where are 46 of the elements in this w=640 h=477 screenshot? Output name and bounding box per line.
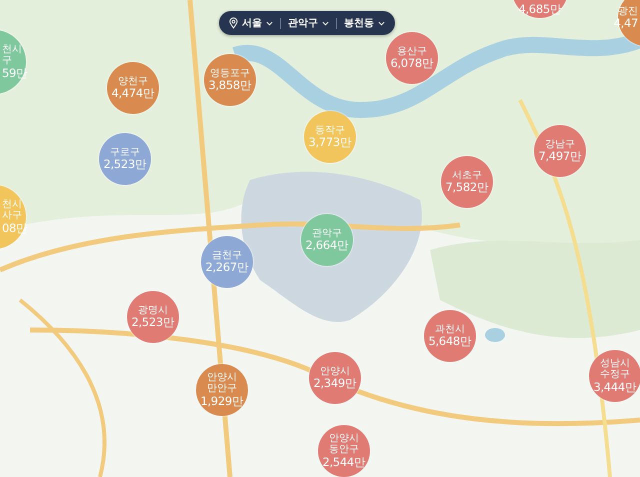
average-price: 1,929만 [200, 394, 244, 408]
average-price: 6,078만 [390, 57, 434, 70]
area-name: 안양시 [320, 366, 350, 378]
area-name: 서초구 [452, 170, 482, 182]
area-name: 양천구 [118, 76, 148, 88]
average-price: 2,664만 [305, 239, 349, 252]
area-name: 관악구 [312, 228, 342, 240]
chevron-down-icon [322, 20, 329, 26]
average-price: 4,685만 [518, 2, 562, 16]
area-name: 광명시 [138, 304, 168, 316]
average-price: 7,497만 [538, 150, 582, 164]
location-dropdown[interactable]: 서울 [229, 16, 273, 30]
average-price: 3,858만 [208, 79, 252, 92]
area-name: 성남시 [600, 358, 630, 370]
chevron-down-icon [266, 20, 273, 26]
area-name: 천시 [2, 198, 22, 210]
area-name: 안양시 [329, 432, 359, 444]
average-price: 2,523만 [131, 316, 175, 330]
area-name: 동안구 [329, 444, 359, 456]
average-price: 2,267만 [205, 261, 249, 274]
area-name: 사구 [2, 210, 22, 222]
area-name: 영등포구 [210, 68, 250, 80]
area-name: 구 [2, 55, 12, 67]
area-name: 금천구 [212, 250, 242, 262]
area-name: 강남구 [545, 138, 575, 150]
average-price: 2,544만 [322, 456, 366, 470]
area-name: 과천시 [435, 324, 465, 336]
area-name: 광진 [618, 6, 638, 18]
area-name: 천시 [2, 44, 22, 56]
average-price: 5,648만 [428, 335, 472, 348]
location-dropdown[interactable]: 관악구 [288, 16, 329, 30]
area-name: 동작구 [315, 124, 345, 136]
chevron-down-icon [378, 20, 385, 26]
average-price: 2,349만 [313, 377, 357, 390]
average-price: 3,444만 [593, 380, 637, 394]
location-dropdown[interactable]: 봉천동 [344, 16, 385, 30]
location-pin-icon [229, 17, 238, 29]
area-name: 안양시 [207, 372, 237, 384]
area-name: 만안구 [207, 383, 237, 395]
area-name: 구로구 [110, 146, 140, 158]
average-price: 4,474만 [111, 87, 155, 100]
area-name: 용산구 [397, 46, 427, 58]
average-price: 3,773만 [308, 136, 352, 150]
area-name: 수정구 [600, 369, 630, 381]
average-price: 7,582만 [445, 181, 489, 194]
average-price: 2,523만 [103, 158, 147, 172]
